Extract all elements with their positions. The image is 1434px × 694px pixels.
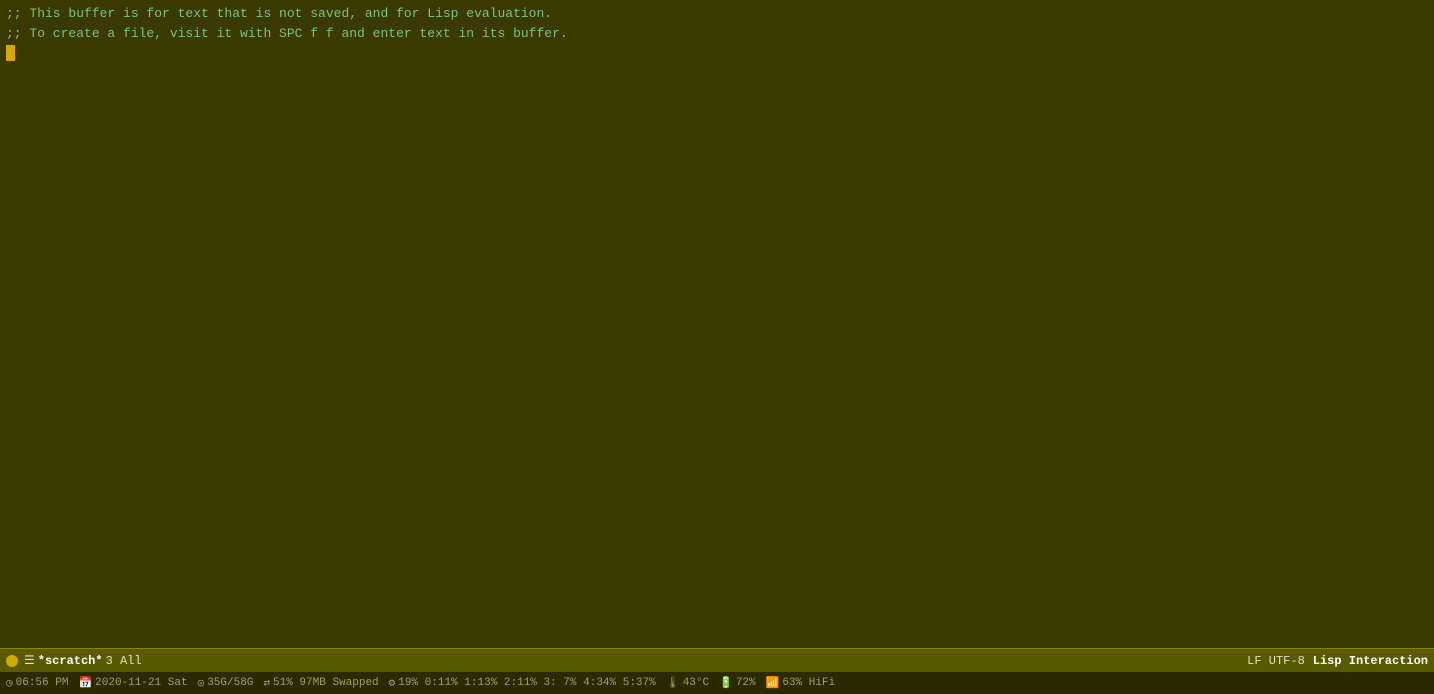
comment-line-1: ;; This buffer is for text that is not s… [6,4,1428,24]
status-disk: ◎ 35G/58G [198,676,254,690]
temp-icon: 🌡 [666,676,680,690]
date-icon: 📅 [78,676,92,690]
cursor-block [6,45,15,61]
temp-value: 43°C [683,677,709,689]
modeline-encoding: LF UTF-8 [1247,654,1305,668]
disk-value: 35G/58G [207,677,253,689]
wifi-value: 63% HiFi [782,677,835,689]
status-battery: 🔋 72% [719,676,756,690]
status-temp: 🌡 43°C [666,676,709,690]
modeline-major-mode: Lisp Interaction [1313,654,1428,668]
cpu-value: 19% 0:11% 1:13% 2:11% 3: 7% 4:34% 5:37% [398,677,655,689]
modeline-buffer-name[interactable]: *scratch* [38,654,103,668]
battery-icon: 🔋 [719,676,733,690]
disk-icon: ◎ [198,676,205,690]
cursor-line [6,45,1428,61]
status-time: ◷ 06:56 PM [6,676,68,690]
status-swap: ⇄ 51% 97MB Swapped [263,676,378,690]
time-value: 06:56 PM [16,677,69,689]
modeline-right-section: LF UTF-8 Lisp Interaction [1247,654,1428,668]
editor-buffer[interactable]: ;; This buffer is for text that is not s… [0,0,1434,648]
modeline-buffer-icon: ☰ [24,653,35,668]
modeline-status-circle [6,655,18,667]
date-value: 2020-11-21 Sat [95,677,187,689]
battery-value: 72% [736,677,756,689]
time-icon: ◷ [6,676,13,690]
wifi-icon: 📶 [766,676,780,690]
status-cpu: ⚙ 19% 0:11% 1:13% 2:11% 3: 7% 4:34% 5:37… [389,676,656,690]
swap-value: 51% 97MB Swapped [273,677,379,689]
cpu-icon: ⚙ [389,676,396,690]
status-date: 📅 2020-11-21 Sat [78,676,187,690]
modeline-buffer-section: ☰ *scratch* 3 All [24,653,142,668]
comment-line-2: ;; To create a file, visit it with SPC f… [6,24,1428,44]
swap-icon: ⇄ [263,676,270,690]
modeline-line-info: 3 All [106,654,142,668]
statusbar: ◷ 06:56 PM 📅 2020-11-21 Sat ◎ 35G/58G ⇄ … [0,672,1434,694]
status-wifi: 📶 63% HiFi [766,676,836,690]
modeline: ☰ *scratch* 3 All LF UTF-8 Lisp Interact… [0,648,1434,672]
